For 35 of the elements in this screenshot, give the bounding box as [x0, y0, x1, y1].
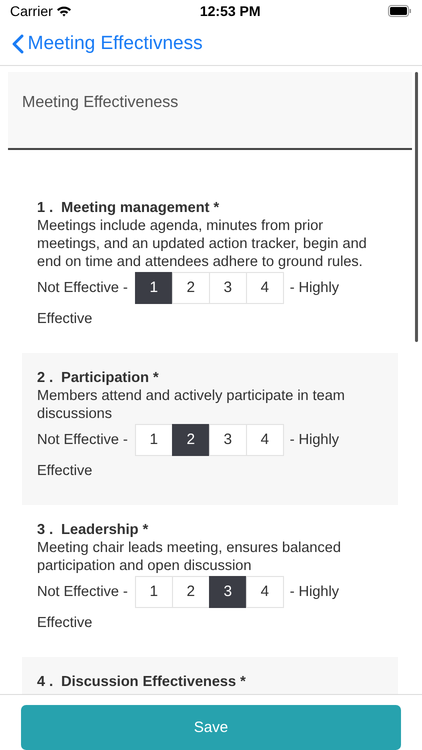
rating-option[interactable]: 1 — [134, 272, 173, 304]
rating-option[interactable]: 3 — [208, 424, 247, 456]
rating-high-label: Effective — [37, 463, 92, 479]
question-description: Meeting chair leads meeting, ensures balanced participation and open discussion — [37, 539, 342, 575]
question-description: Meetings include agenda, minutes from prior meetings, and an updated action tracker, begin and end on time and attendees adhere to ground rules. — [37, 217, 368, 271]
rating-option[interactable]: 2 — [172, 424, 210, 456]
rating-high-label: - Highly — [290, 280, 339, 296]
rating-option[interactable]: 3 — [208, 272, 247, 304]
question-title: 2 . Participation * — [37, 369, 160, 387]
question-description: Members attend and actively participate in team discussions — [37, 387, 346, 423]
rating-option[interactable]: 1 — [134, 576, 173, 608]
rating-option[interactable]: 2 — [172, 576, 210, 608]
question-title: 3 . Leadership * — [37, 521, 150, 539]
wifi-icon — [56, 5, 72, 17]
rating-high-label: Effective — [37, 311, 92, 327]
question-title: 4 . Discussion Effectiveness * — [37, 673, 247, 691]
rating-option[interactable]: 1 — [134, 424, 173, 456]
back-chevron-icon — [12, 34, 24, 54]
battery-icon — [388, 5, 412, 17]
question-title: 1 . Meeting management * — [37, 199, 220, 217]
rating-option[interactable]: 4 — [246, 576, 284, 608]
back-button[interactable]: Meeting Effectivness — [12, 34, 203, 54]
rating-low-label: Not Effective - — [37, 432, 128, 448]
rating-option[interactable]: 3 — [208, 576, 247, 608]
rating-option[interactable]: 4 — [246, 272, 284, 304]
form-title: Meeting Effectiveness — [8, 72, 412, 150]
rating-low-label: Not Effective - — [37, 584, 128, 600]
rating-option[interactable]: 4 — [246, 424, 284, 456]
rating-high-label: - Highly — [290, 432, 339, 448]
rating-high-label: Effective — [37, 615, 92, 631]
clock: 12:53 PM — [200, 2, 261, 20]
rating-high-label: - Highly — [290, 584, 339, 600]
rating-option[interactable]: 2 — [172, 272, 210, 304]
rating-low-label: Not Effective - — [37, 280, 128, 296]
carrier-label: Carrier — [10, 2, 53, 20]
